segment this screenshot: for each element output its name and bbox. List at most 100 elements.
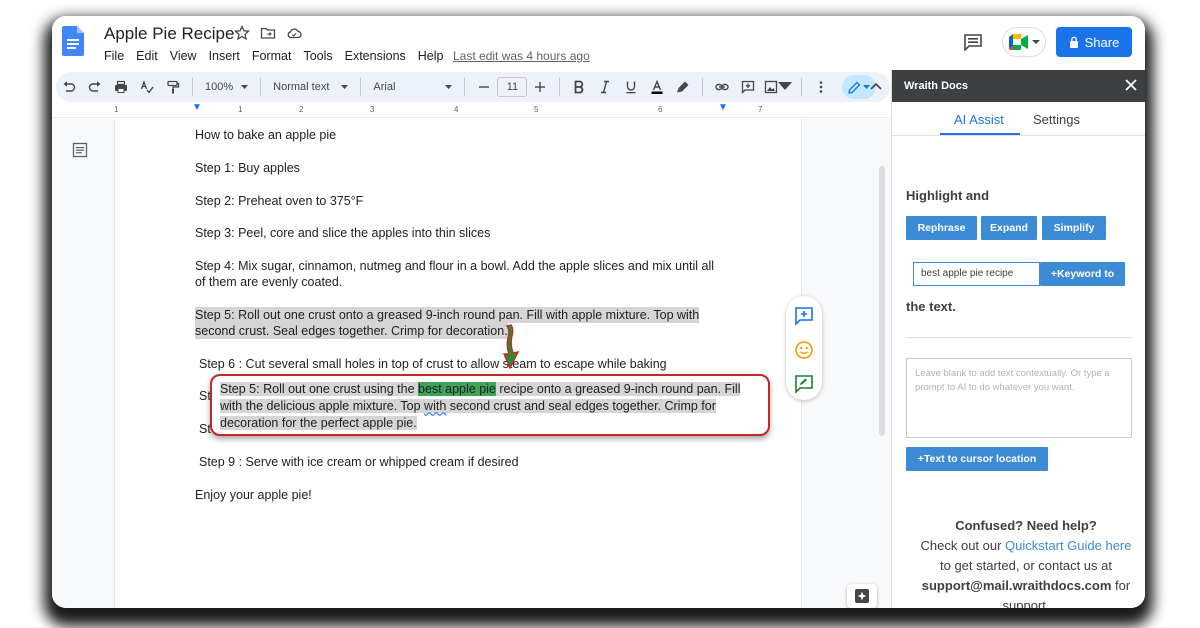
menu-file[interactable]: File xyxy=(104,49,124,63)
paragraph-style-dropdown[interactable]: Normal text xyxy=(267,81,354,93)
explore-button[interactable] xyxy=(847,584,877,608)
menu-extensions[interactable]: Extensions xyxy=(345,49,406,63)
doc-step-4-line2: of them are evenly coated. xyxy=(195,275,343,289)
simplify-button[interactable]: Simplify xyxy=(1042,216,1106,240)
rephrase-button[interactable]: Rephrase xyxy=(906,216,977,240)
add-keyword-button[interactable]: +Keyword to xyxy=(1040,262,1125,286)
tab-ai-assist[interactable]: AI Assist xyxy=(954,112,1004,127)
doc-step-2: Step 2: Preheat oven to 375°F xyxy=(195,194,364,208)
emoji-reaction-icon[interactable] xyxy=(794,340,814,360)
lock-icon xyxy=(1069,36,1078,48)
suggest-edits-icon[interactable] xyxy=(794,374,814,394)
font-size-input[interactable]: 11 xyxy=(497,77,528,97)
paragraph-style-value: Normal text xyxy=(273,81,330,93)
callout-text: decoration for the perfect apple pie. xyxy=(220,416,417,430)
insert-link-button[interactable] xyxy=(711,76,733,98)
panel-title: Wraith Docs xyxy=(904,80,968,92)
underline-icon xyxy=(626,81,636,94)
arrow-down-icon xyxy=(502,324,520,370)
support-email[interactable]: support@mail.wraithdocs.com xyxy=(922,578,1112,593)
meet-button[interactable] xyxy=(1002,27,1046,57)
doc-step-9: Step 9 : Serve with ice cream or whipped… xyxy=(199,455,519,469)
title-bar: Apple Pie Recipe File Edit View Insert F… xyxy=(52,16,1145,70)
menu-help[interactable]: Help xyxy=(418,49,444,63)
menu-format[interactable]: Format xyxy=(252,49,292,63)
undo-icon xyxy=(63,81,76,92)
add-comment-button[interactable] xyxy=(737,76,759,98)
close-icon[interactable] xyxy=(1124,78,1138,92)
menu-insert[interactable]: Insert xyxy=(209,49,240,63)
floating-action-toolbar xyxy=(786,296,822,400)
paint-format-button[interactable] xyxy=(162,76,184,98)
quickstart-guide-link[interactable]: Quickstart Guide here xyxy=(1005,538,1131,553)
indent-marker-icon[interactable]: ▼ xyxy=(192,102,202,113)
undo-button[interactable] xyxy=(58,76,80,98)
ruler-tick: 1 xyxy=(114,105,119,114)
italic-button[interactable] xyxy=(594,76,616,98)
bold-button[interactable] xyxy=(568,76,590,98)
paint-format-icon xyxy=(167,80,180,94)
keyword-input[interactable]: best apple pie recipe xyxy=(913,262,1040,286)
help-line-3: support@mail.wraithdocs.com for xyxy=(906,576,1145,596)
expand-button[interactable]: Expand xyxy=(981,216,1037,240)
app-window: Apple Pie Recipe File Edit View Insert F… xyxy=(52,16,1145,608)
font-size-value: 11 xyxy=(506,81,519,93)
ruler-tick: 6 xyxy=(658,105,663,114)
redo-button[interactable] xyxy=(84,76,106,98)
menu-tools[interactable]: Tools xyxy=(303,49,332,63)
add-comment-icon[interactable] xyxy=(794,306,814,326)
print-button[interactable] xyxy=(110,76,132,98)
menu-edit[interactable]: Edit xyxy=(136,49,158,63)
document-scrollbar[interactable] xyxy=(879,166,885,436)
chevron-up-icon[interactable] xyxy=(867,78,885,96)
decrease-font-size-button[interactable] xyxy=(473,76,495,98)
text-color-icon xyxy=(651,80,663,94)
doc-step-4-line1: Step 4: Mix sugar, cinnamon, nutmeg and … xyxy=(195,259,715,273)
insert-image-button[interactable] xyxy=(763,76,793,98)
panel-header: Wraith Docs xyxy=(892,70,1145,102)
font-dropdown[interactable]: Arial xyxy=(367,81,458,93)
document-page[interactable]: How to bake an apple pie Step 1: Buy app… xyxy=(114,119,802,608)
the-text-label: the text. xyxy=(906,299,956,314)
last-edit-link[interactable]: Last edit was 4 hours ago xyxy=(453,49,590,63)
more-vert-icon xyxy=(820,81,823,93)
help-text: for xyxy=(1111,578,1131,593)
increase-font-size-button[interactable] xyxy=(529,76,551,98)
pencil-icon xyxy=(848,81,861,94)
docs-logo-icon[interactable] xyxy=(62,26,84,56)
ruler-tick: 2 xyxy=(299,105,304,114)
cloud-status-icon[interactable] xyxy=(286,25,302,41)
rewrite-suggestion-callout[interactable]: Step 5: Roll out one crust using the bes… xyxy=(210,374,770,436)
text-color-button[interactable] xyxy=(646,76,668,98)
callout-text: with the delicious apple mixture. Top xyxy=(220,399,425,413)
underline-button[interactable] xyxy=(620,76,642,98)
text-to-cursor-button[interactable]: +Text to cursor location xyxy=(906,447,1048,471)
doc-step-5-line1: Step 5: Roll out one crust onto a grease… xyxy=(195,307,700,323)
zoom-dropdown[interactable]: 100% xyxy=(199,81,254,93)
title-icons xyxy=(234,25,302,41)
toolbar-divider xyxy=(360,78,362,96)
bold-icon xyxy=(575,80,584,94)
callout-spellcheck-word: with xyxy=(424,399,447,413)
doc-step-3: Step 3: Peel, core and slice the apples … xyxy=(195,226,491,240)
highlight-label: Highlight and xyxy=(906,188,990,203)
spellcheck-button[interactable] xyxy=(136,76,158,98)
document-title[interactable]: Apple Pie Recipe xyxy=(104,24,234,44)
ai-prompt-textarea[interactable]: Leave blank to add text contextually. Or… xyxy=(906,358,1132,438)
more-options-button[interactable] xyxy=(810,76,832,98)
share-button[interactable]: Share xyxy=(1056,27,1132,57)
panel-tabs: AI Assist Settings xyxy=(892,102,1145,136)
tab-settings[interactable]: Settings xyxy=(1033,112,1080,127)
ruler-tick: 3 xyxy=(370,105,375,114)
right-indent-marker-icon[interactable]: ▼ xyxy=(718,102,728,113)
doc-heading: How to bake an apple pie xyxy=(195,128,337,142)
chevron-down-icon xyxy=(241,84,249,89)
document-outline-icon[interactable] xyxy=(72,142,88,158)
star-icon[interactable] xyxy=(234,25,250,41)
callout-keyword-highlight: best apple pie xyxy=(418,382,496,396)
comment-history-icon[interactable] xyxy=(963,33,983,51)
move-folder-icon[interactable] xyxy=(260,25,276,41)
highlight-color-button[interactable] xyxy=(672,76,694,98)
chevron-down-icon xyxy=(778,82,793,90)
menu-view[interactable]: View xyxy=(170,49,197,63)
